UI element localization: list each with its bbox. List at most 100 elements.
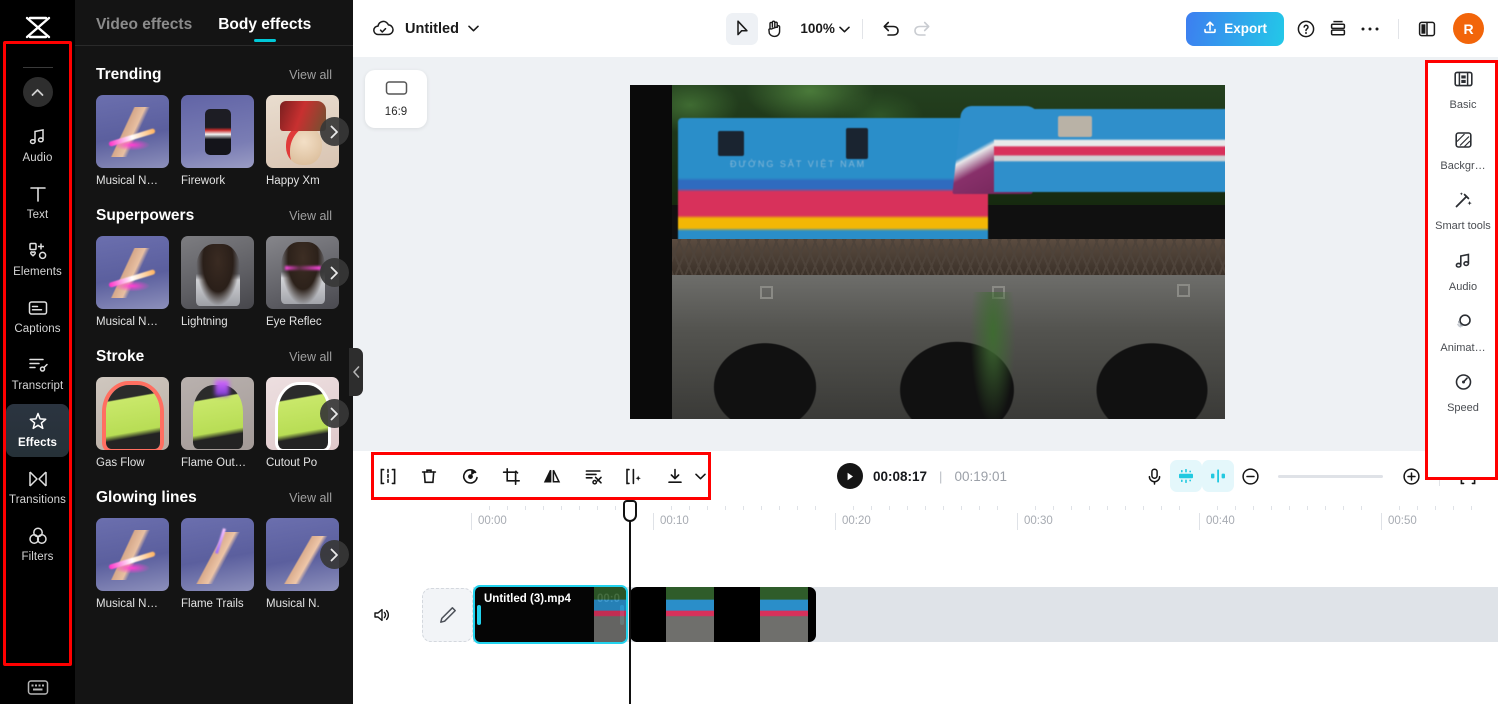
effect-tile[interactable]: Lightning [181,236,254,328]
timeline-bottom-strip [353,687,1498,704]
video-preview[interactable]: ĐƯỜNG SẮT VIỆT NAM [630,85,1225,419]
right-item-smart-tools[interactable]: Smart tools [1428,181,1498,242]
keyboard-shortcuts-icon[interactable] [0,679,75,696]
aspect-ratio-button[interactable]: 16:9 [365,70,427,128]
stack-layers-icon[interactable] [1322,13,1354,45]
tab-video-effects[interactable]: Video effects [96,16,192,45]
train-window [718,130,744,157]
ruler-tick [1089,506,1090,510]
track-header [353,585,473,645]
right-item-background[interactable]: Backgr… [1428,121,1498,182]
zoom-level-control[interactable]: 100% [800,20,850,38]
timeline-zoom-slider[interactable] [1278,474,1383,478]
pencil-edit-icon[interactable] [422,588,473,642]
sidebar-item-effects[interactable]: Effects [6,404,69,457]
effect-tile[interactable]: Flame Out… [181,377,254,469]
split-panel-icon[interactable] [1411,13,1443,45]
view-all-link[interactable]: View all [289,350,332,364]
question-circle-icon[interactable] [1290,13,1322,45]
sidebar-item-elements[interactable]: Elements [6,233,69,286]
delete-trash-icon[interactable] [412,459,446,493]
ruler-tick [815,506,816,510]
plus-circle-icon[interactable] [1395,460,1427,492]
sidebar-item-transitions[interactable]: Transitions [6,461,69,514]
aspect-ratio-icon [385,80,408,101]
rail-collapse-chevron-up-icon[interactable] [22,77,53,107]
sidebar-item-label: Text [26,209,49,221]
effect-tile[interactable]: Musical N… [96,95,169,187]
download-icon[interactable] [658,459,692,493]
ruler-label: 00:30 [1017,513,1053,530]
timeline-clip[interactable] [630,587,816,642]
auto-cut-icon[interactable] [576,459,610,493]
mirror-flip-icon[interactable] [535,459,569,493]
effect-tile[interactable]: Flame Trails [181,518,254,610]
sidebar-item-filters[interactable]: Filters [6,518,69,571]
effect-tile[interactable]: Musical N… [96,236,169,328]
view-all-link[interactable]: View all [289,68,332,82]
project-title[interactable]: Untitled [405,21,459,37]
ruler-tick [761,506,762,510]
waveform-align-icon[interactable] [1202,460,1234,492]
right-item-basic[interactable]: Basic [1428,60,1498,121]
clip-trim-handle-left[interactable] [477,604,481,625]
chevron-right-icon[interactable] [320,258,349,287]
sidebar-item-captions[interactable]: Captions [6,290,69,343]
microphone-icon[interactable] [1138,460,1170,492]
timeline-clip-selected[interactable]: Untitled (3).mp4 00:0 [473,585,628,644]
chevron-right-icon[interactable] [320,117,349,146]
timeline-ruler[interactable]: 00:00 00:10 00:20 00:30 00:40 00:50 [353,501,1498,535]
view-all-link[interactable]: View all [289,491,332,505]
current-time: 00:08:17 [873,468,928,484]
redo-arrow-icon[interactable] [907,13,939,45]
sidebar-item-transcript[interactable]: Transcript [6,347,69,400]
playback-group: 00:08:17 | 00:19:01 [837,463,1007,489]
undo-arrow-icon[interactable] [875,13,907,45]
right-item-audio[interactable]: Audio [1428,242,1498,303]
timeline-playhead[interactable] [623,500,637,704]
right-sidebar: Basic Backgr… Smart tools Audio Animat… … [1428,60,1498,480]
effect-tile[interactable]: Gas Flow [96,377,169,469]
right-item-speed[interactable]: Speed [1428,363,1498,424]
split-clip-icon[interactable] [371,459,405,493]
crop-icon[interactable] [494,459,528,493]
chevron-down-icon[interactable] [468,25,479,32]
minus-circle-icon[interactable] [1234,460,1266,492]
sidebar-item-label: Captions [14,323,61,335]
playhead-knob[interactable] [623,500,637,522]
chevron-right-icon[interactable] [320,540,349,569]
ruler-tick [943,506,944,510]
effect-tile[interactable]: Firework [181,95,254,187]
right-item-animation[interactable]: Animat… [1428,303,1498,364]
chevron-down-icon[interactable] [695,473,706,480]
ruler-tick [925,506,926,510]
play-triangle-icon[interactable] [837,463,863,489]
ruler-tick [1325,506,1326,510]
ruler-tick [1235,506,1236,510]
ruler-tick [797,506,798,510]
freeze-frame-icon[interactable] [617,459,651,493]
ellipsis-icon[interactable] [1354,13,1386,45]
speaker-volume-icon[interactable] [367,600,395,630]
export-button[interactable]: Export [1186,11,1285,46]
effect-label: Musical N. [266,598,320,610]
effect-tile[interactable]: Musical N… [96,518,169,610]
section-title: Superpowers [96,207,195,224]
chevron-right-icon[interactable] [320,399,349,428]
effects-panel: Video effects Body effects Trending View… [75,0,353,704]
rotate-icon[interactable] [453,459,487,493]
view-all-link[interactable]: View all [289,209,332,223]
cursor-arrow-icon[interactable] [726,12,759,45]
avatar[interactable]: R [1453,13,1485,44]
sidebar-item-audio[interactable]: Audio [6,119,69,172]
panel-collapse-chevron-left-icon[interactable] [349,348,363,396]
audio-mixer-icon[interactable] [1170,460,1202,492]
effects-scroll-area: Trending View all Musical N… Firework Ha… [75,66,353,610]
app-logo-icon[interactable] [0,0,75,56]
viaduct-plaque [1177,284,1190,298]
sidebar-item-text[interactable]: Text [6,176,69,229]
cloud-save-icon[interactable] [367,13,399,45]
ruler-label: 00:10 [653,513,689,530]
hand-pan-icon[interactable] [758,13,790,45]
tab-body-effects[interactable]: Body effects [218,16,311,45]
